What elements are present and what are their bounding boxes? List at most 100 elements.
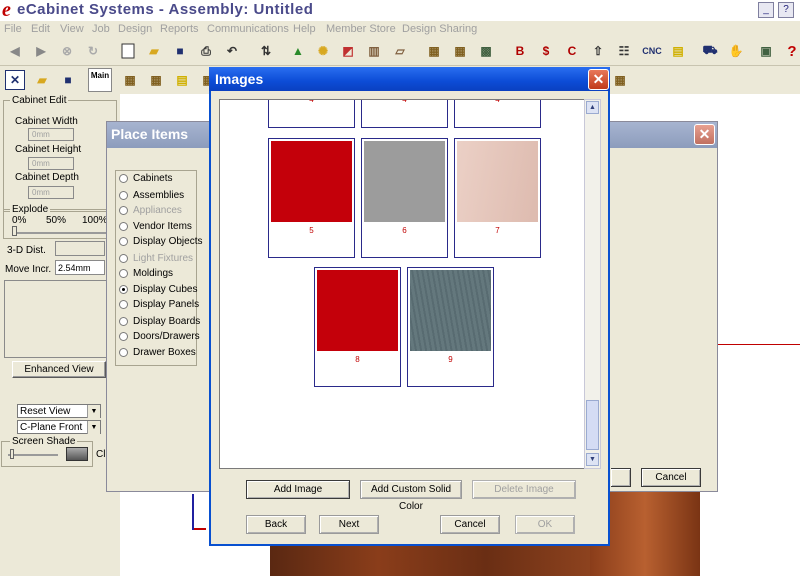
- cplane-select[interactable]: C-Plane Front ▼: [17, 420, 101, 434]
- grid-icon[interactable]: ▩: [476, 41, 496, 61]
- option-assemblies[interactable]: Assemblies: [119, 190, 184, 201]
- next-button[interactable]: Next: [319, 515, 379, 534]
- radio-icon: [119, 191, 128, 200]
- radio-icon: [119, 254, 128, 263]
- cancel-button[interactable]: Cancel: [440, 515, 500, 534]
- menu-design-sharing[interactable]: Design Sharing: [402, 23, 477, 35]
- cnc-icon[interactable]: CNC: [640, 41, 664, 61]
- shade-color-swatch[interactable]: [66, 447, 88, 461]
- refresh-icon[interactable]: ↻: [83, 41, 103, 61]
- cabinet-icon[interactable]: ▦: [424, 41, 444, 61]
- option-drawer-boxes[interactable]: Drawer Boxes: [119, 347, 196, 358]
- swatch-card-9[interactable]: 9: [407, 267, 494, 387]
- menu-design[interactable]: Design: [118, 23, 152, 35]
- panel-icon[interactable]: ▱: [390, 41, 410, 61]
- report-b-icon[interactable]: B: [510, 41, 530, 61]
- paint-icon[interactable]: ▲: [288, 41, 308, 61]
- images-title: Images: [215, 71, 264, 87]
- molding-icon[interactable]: ▥: [364, 41, 384, 61]
- option-vendor-items[interactable]: Vendor Items: [119, 221, 192, 232]
- menu-file[interactable]: File: [4, 23, 22, 35]
- swatch-card-5[interactable]: 5: [268, 138, 355, 258]
- report-c-icon[interactable]: C: [562, 41, 582, 61]
- option-moldings[interactable]: Moldings: [119, 268, 173, 279]
- menu-edit[interactable]: Edit: [31, 23, 50, 35]
- move-incr-field[interactable]: 2.54mm: [55, 260, 105, 275]
- minimize-button[interactable]: _: [758, 2, 774, 18]
- cabinet-depth-field[interactable]: 0mm: [28, 186, 74, 199]
- cabinet-height-field[interactable]: 0mm: [28, 157, 74, 170]
- swatch-card-cut[interactable]: 4: [268, 99, 355, 128]
- radio-selected-icon: [119, 285, 128, 294]
- settings-icon[interactable]: ☷: [614, 41, 634, 61]
- menu-job[interactable]: Job: [92, 23, 110, 35]
- cabinet3-icon[interactable]: ▦: [120, 70, 140, 90]
- back-arrow-icon[interactable]: ◀: [5, 41, 25, 61]
- report-dollar-icon[interactable]: $: [536, 41, 556, 61]
- menu-view[interactable]: View: [60, 23, 84, 35]
- back-button[interactable]: Back: [246, 515, 306, 534]
- light-icon[interactable]: ✺: [313, 41, 333, 61]
- cart-icon[interactable]: ⛟: [700, 41, 720, 61]
- scroll-up-icon[interactable]: ▲: [586, 101, 599, 114]
- film-icon[interactable]: ▣: [756, 41, 776, 61]
- cabinet7-icon[interactable]: ▦: [610, 70, 630, 90]
- explode-slider-thumb[interactable]: [12, 226, 17, 236]
- cabinet4-icon[interactable]: ▦: [146, 70, 166, 90]
- swatch-card-cut[interactable]: 4: [361, 100, 448, 128]
- swatch-card-6[interactable]: 6: [361, 138, 448, 258]
- menu-help[interactable]: Help: [293, 23, 316, 35]
- new-file-icon[interactable]: [118, 41, 138, 61]
- images-dialog: Images ✕ 4 4 4 5 6 7 8 9 ▲ ▼ Add Image A…: [209, 67, 610, 546]
- menu-reports[interactable]: Reports: [160, 23, 199, 35]
- add-image-button[interactable]: Add Image: [246, 480, 350, 499]
- place-items-close-button[interactable]: ✕: [694, 124, 715, 145]
- add-custom-color-button[interactable]: Add Custom Solid Color: [360, 480, 462, 512]
- option-display-boards[interactable]: Display Boards: [119, 316, 200, 327]
- explode-slider-track[interactable]: [12, 232, 112, 234]
- reset-view-select[interactable]: Reset View ▼: [17, 404, 101, 418]
- cabinet2-icon[interactable]: ▦: [450, 41, 470, 61]
- screen-shade-slider[interactable]: [8, 454, 58, 456]
- dist-3d-field[interactable]: [55, 241, 105, 256]
- save-icon[interactable]: ■: [170, 41, 190, 61]
- forward-arrow-icon[interactable]: ▶: [31, 41, 51, 61]
- gallery-scrollbar[interactable]: ▲ ▼: [584, 99, 601, 469]
- swatch-card-8[interactable]: 8: [314, 267, 401, 387]
- help-icon[interactable]: ?: [782, 41, 800, 61]
- menu-member-store[interactable]: Member Store: [326, 23, 396, 35]
- sliders-icon[interactable]: ⇅: [256, 41, 276, 61]
- images-close-button[interactable]: ✕: [588, 69, 609, 90]
- chart-icon[interactable]: ⇧: [588, 41, 608, 61]
- title-bar: e eCabinet Systems - Assembly: Untitled …: [0, 0, 800, 21]
- place-items-hidden-button[interactable]: [611, 468, 631, 487]
- help-button[interactable]: ?: [778, 2, 794, 18]
- place-items-cancel-button[interactable]: Cancel: [641, 468, 701, 487]
- option-display-panels[interactable]: Display Panels: [119, 299, 199, 310]
- scroll-thumb[interactable]: [586, 400, 599, 450]
- option-display-cubes[interactable]: Display Cubes: [119, 284, 197, 295]
- option-display-objects[interactable]: Display Objects: [119, 236, 202, 247]
- option-doors-drawers[interactable]: Doors/Drawers: [119, 331, 200, 342]
- stop-icon[interactable]: ⊗: [57, 41, 77, 61]
- scroll-down-icon[interactable]: ▼: [586, 453, 599, 466]
- option-cabinets[interactable]: Cabinets: [119, 173, 172, 184]
- open-folder-icon[interactable]: ▰: [144, 41, 164, 61]
- menu-communications[interactable]: Communications: [207, 23, 289, 35]
- measure-icon[interactable]: ◩: [338, 41, 358, 61]
- cabinet-width-field[interactable]: 0mm: [28, 128, 74, 141]
- main-tab[interactable]: Main: [88, 68, 112, 92]
- save2-icon[interactable]: ■: [58, 70, 78, 90]
- swatch-card-7[interactable]: 7: [454, 138, 541, 258]
- enhanced-view-button[interactable]: Enhanced View: [12, 361, 106, 378]
- cabinet5-icon[interactable]: ▤: [172, 70, 192, 90]
- swatch-card-cut[interactable]: 4: [454, 100, 541, 128]
- delete-icon[interactable]: ✕: [5, 70, 25, 90]
- screen-shade-thumb[interactable]: [10, 449, 14, 459]
- print-icon[interactable]: ⎙: [196, 41, 216, 61]
- swatch-label: 4: [309, 99, 314, 104]
- handshake-icon[interactable]: ✋: [726, 41, 746, 61]
- layout-icon[interactable]: ▤: [668, 41, 688, 61]
- open-icon[interactable]: ▰: [32, 70, 52, 90]
- undo-icon[interactable]: ↶: [222, 41, 242, 61]
